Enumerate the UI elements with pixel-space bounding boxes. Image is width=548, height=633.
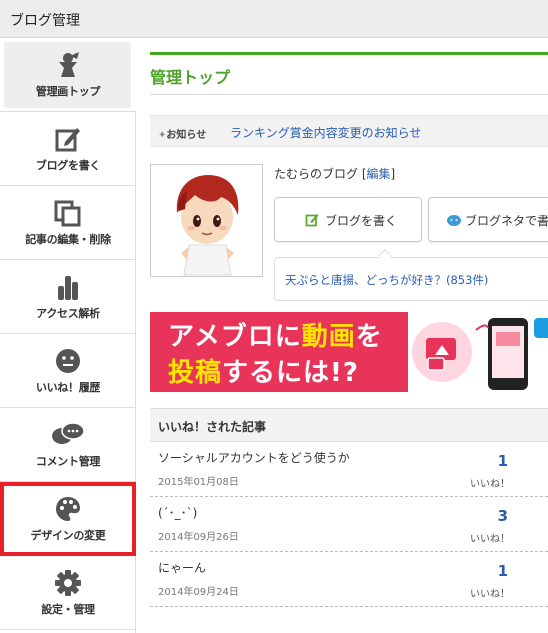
- avatar-image: [151, 165, 262, 276]
- banner-text-line2: 投稿するには!?: [168, 358, 359, 388]
- sidebar-item-analytics[interactable]: アクセス解析: [0, 260, 136, 334]
- like-count: 3: [497, 507, 508, 525]
- blog-title: たむらのブログ: [274, 167, 359, 181]
- sidebar-item-settings[interactable]: 設定・管理: [0, 556, 136, 630]
- avatar[interactable]: [150, 164, 263, 277]
- edit-icon: [55, 128, 80, 152]
- table-row[interactable]: (´･_･`) 2014年09月26日 3 いいね！: [150, 497, 548, 552]
- blog-neta-button[interactable]: ブログネタで書: [428, 197, 548, 242]
- sidebar-item-comments[interactable]: コメント管理: [0, 408, 136, 482]
- page-title: 管理トップ: [150, 68, 231, 87]
- edit-blog-link[interactable]: 編集: [367, 167, 391, 181]
- sidebar-item-edit-delete[interactable]: 記事の編集・削除: [0, 186, 136, 260]
- sidebar-item-label: 設定・管理: [41, 603, 95, 616]
- like-label: いいね！: [470, 589, 510, 600]
- article-title[interactable]: にゃーん: [158, 559, 206, 576]
- sidebar-item-label: デザインの変更: [30, 529, 106, 542]
- bar-chart-icon: [58, 276, 78, 300]
- meeple-icon: [59, 52, 79, 77]
- promo-banner[interactable]: アメブロに動画を 投稿するには!?: [150, 312, 548, 392]
- app-header: ブログ管理: [0, 0, 548, 38]
- sidebar-item-write[interactable]: ブログを書く: [0, 112, 136, 186]
- question-text: 天ぷらと唐揚、どっちが好き？(853件): [285, 273, 489, 287]
- notice-link[interactable]: ランキング賞金内容変更のお知らせ: [230, 124, 421, 141]
- neta-character-icon: [447, 215, 461, 226]
- sidebar-item-label: 管理画トップ: [35, 85, 101, 98]
- like-count: 1: [497, 562, 508, 580]
- app-title: ブログ管理: [10, 13, 80, 29]
- sidebar-item-label: いいね！履歴: [35, 381, 101, 394]
- article-date: 2014年09月26日: [158, 532, 239, 543]
- copy-icon: [54, 200, 81, 227]
- sidebar-item-like-history[interactable]: いいね！履歴: [0, 334, 136, 408]
- gear-icon: [55, 570, 81, 596]
- sidebar-item-label: コメント管理: [35, 455, 101, 468]
- blog-neta-label: ブログネタで書: [465, 214, 548, 228]
- sidebar-item-label: ブログを書く: [35, 159, 101, 172]
- edit-icon: [305, 214, 319, 227]
- like-count: 1: [497, 452, 508, 470]
- blog-neta-question[interactable]: 天ぷらと唐揚、どっちが好き？(853件): [274, 257, 548, 301]
- divider: [150, 94, 548, 95]
- sidebar-item-label: 記事の編集・削除: [25, 233, 111, 246]
- sidebar-item-label: アクセス解析: [36, 307, 100, 320]
- article-title[interactable]: ソーシャルアカウントをどう使うか: [158, 449, 350, 466]
- smiley-icon: [56, 349, 80, 373]
- sidebar-item-design[interactable]: デザインの変更: [0, 482, 136, 556]
- article-date: 2014年09月24日: [158, 587, 239, 598]
- write-blog-label: ブログを書く: [325, 214, 398, 228]
- table-row[interactable]: にゃーん 2014年09月24日 1 いいね！: [150, 552, 548, 607]
- article-title[interactable]: (´･_･`): [158, 504, 197, 521]
- like-label: いいね！: [470, 534, 510, 545]
- speech-bubbles-icon: [52, 422, 85, 444]
- banner-text-line1: アメブロに動画を: [168, 322, 383, 352]
- palette-icon: [56, 497, 80, 521]
- section-heading: いいね！された記事: [158, 420, 267, 434]
- like-label: いいね！: [470, 479, 510, 490]
- notice-label: ✦お知らせ: [158, 130, 207, 141]
- notice-bar: ✦お知らせ ランキング賞金内容変更のお知らせ: [150, 115, 548, 147]
- title-accent-bar: [150, 52, 548, 55]
- blog-name: たむらのブログ [編集]: [274, 167, 396, 181]
- sidebar: 管理画トップ ブログを書く 記事の編集・削除 アクセス解析 いいね！履歴 コメン…: [0, 38, 136, 633]
- table-row[interactable]: ソーシャルアカウントをどう使うか 2015年01月08日 1 いいね！: [150, 442, 548, 497]
- liked-articles-header: いいね！された記事: [150, 408, 548, 442]
- write-blog-button[interactable]: ブログを書く: [274, 197, 422, 242]
- sidebar-item-top[interactable]: 管理画トップ: [0, 38, 136, 112]
- article-date: 2015年01月08日: [158, 477, 239, 488]
